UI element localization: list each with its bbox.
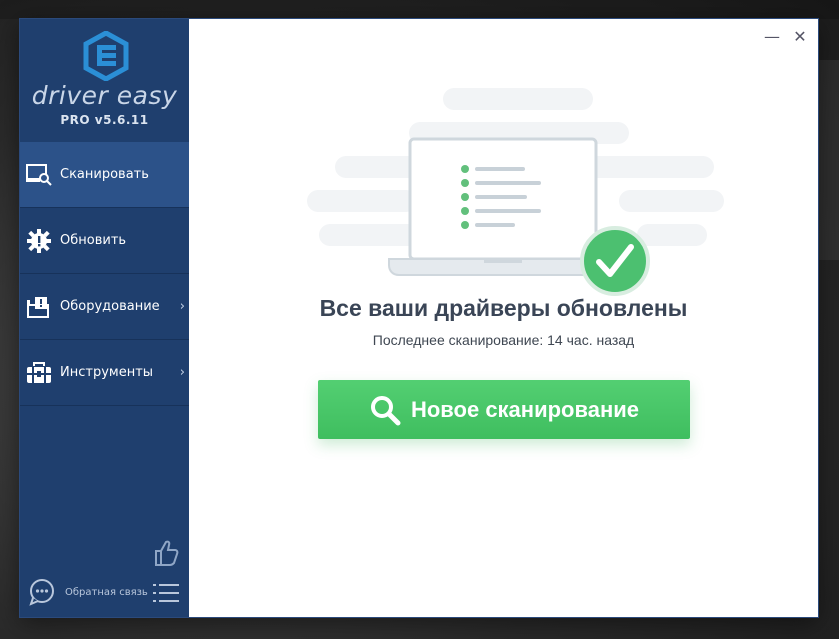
sidebar-item-update[interactable]: Обновить bbox=[20, 208, 189, 274]
chat-bubble-icon bbox=[29, 579, 54, 606]
chevron-right-icon: › bbox=[179, 365, 185, 380]
new-scan-button[interactable]: Новое сканирование bbox=[318, 380, 690, 439]
scan-icon bbox=[26, 162, 52, 188]
sidebar-item-scan[interactable]: Сканировать bbox=[20, 142, 189, 208]
sidebar-item-label: Инструменты bbox=[60, 365, 154, 380]
update-gear-icon bbox=[26, 228, 52, 254]
version-label: PRO v5.6.11 bbox=[60, 113, 149, 127]
feedback-label: Обратная связь bbox=[65, 586, 148, 598]
brand-name: driver easy bbox=[31, 81, 178, 110]
sidebar-item-tools[interactable]: Инструменты › bbox=[20, 340, 189, 406]
main-panel: Все ваши драйверы обновлены Последнее ск… bbox=[189, 19, 818, 617]
status-heading: Все ваши драйверы обновлены bbox=[319, 295, 688, 321]
logo: driver easy PRO v5.6.11 bbox=[20, 19, 189, 142]
sidebar-item-hardware[interactable]: Оборудование › bbox=[20, 274, 189, 340]
laptop-checklist-illustration bbox=[307, 88, 724, 296]
sidebar-item-label: Оборудование bbox=[60, 299, 160, 314]
new-scan-button-label: Новое сканирование bbox=[410, 396, 640, 422]
toolbox-icon bbox=[26, 360, 52, 386]
search-icon bbox=[370, 395, 401, 425]
last-scan-label: Последнее сканирование: 14 час. назад bbox=[372, 332, 635, 348]
sidebar: driver easy PRO v5.6.11 Сканировать Обно… bbox=[20, 19, 189, 617]
sidebar-nav: Сканировать Обновить Оборудование › Инст… bbox=[20, 142, 189, 406]
chevron-right-icon: › bbox=[179, 299, 185, 314]
sidebar-item-label: Сканировать bbox=[60, 167, 149, 182]
hardware-icon bbox=[26, 294, 52, 320]
menu-list-icon[interactable] bbox=[153, 584, 179, 602]
driver-easy-logo-icon bbox=[83, 31, 129, 81]
sidebar-item-label: Обновить bbox=[60, 233, 127, 248]
thumbs-up-icon[interactable] bbox=[153, 539, 179, 567]
app-window: driver easy PRO v5.6.11 Сканировать Обно… bbox=[20, 19, 818, 617]
